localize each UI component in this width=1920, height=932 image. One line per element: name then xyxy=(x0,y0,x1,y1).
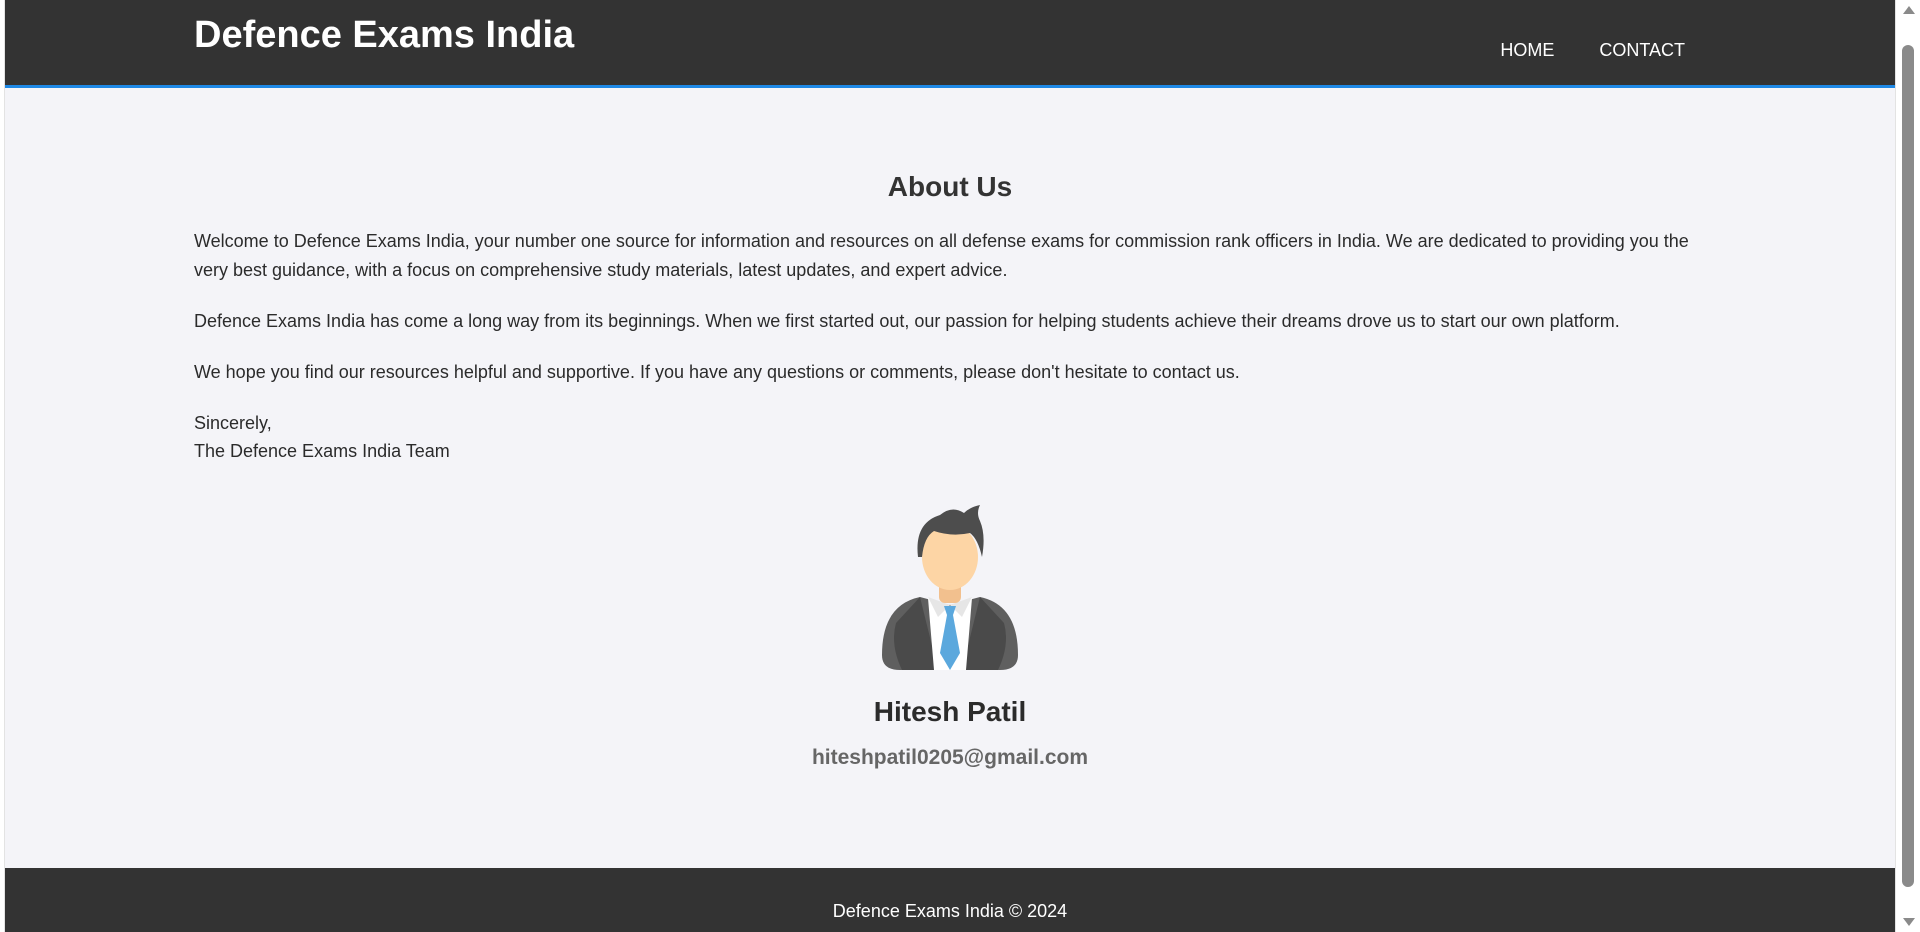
about-paragraph-3: We hope you find our resources helpful a… xyxy=(194,362,1240,382)
scroll-down-arrow-icon[interactable] xyxy=(1903,918,1915,926)
nav-home-link[interactable]: HOME xyxy=(1500,38,1554,62)
person-email[interactable]: hiteshpatil0205@gmail.com xyxy=(194,744,1706,772)
page: Defence Exams India HOME CONTACT About U… xyxy=(5,0,1895,932)
about-paragraph-2: Defence Exams India has come a long way … xyxy=(194,311,1620,331)
profile-card: Hitesh Patil hiteshpatil0205@gmail.com xyxy=(194,505,1706,772)
scroll-up-arrow-icon[interactable] xyxy=(1903,6,1915,14)
footer-copyright: Defence Exams India © 2024 xyxy=(832,901,1068,921)
signoff: Sincerely, xyxy=(194,413,272,433)
site-header: Defence Exams India HOME CONTACT xyxy=(5,0,1895,88)
about-section: About Us Welcome to Defence Exams India,… xyxy=(194,85,1706,772)
scrollbar-thumb[interactable] xyxy=(1902,45,1914,887)
signature: The Defence Exams India Team xyxy=(194,441,450,461)
person-name: Hitesh Patil xyxy=(873,696,1027,727)
about-heading: About Us xyxy=(887,171,1013,202)
businessman-avatar-icon xyxy=(882,505,1018,670)
signoff-block: Sincerely, The Defence Exams India Team xyxy=(194,409,1706,465)
nav-contact-link[interactable]: CONTACT xyxy=(1599,38,1685,62)
vertical-scrollbar[interactable] xyxy=(1895,0,1920,932)
about-paragraph-1: Welcome to Defence Exams India, your num… xyxy=(194,231,1689,280)
site-footer: Defence Exams India © 2024 xyxy=(5,868,1895,932)
main-nav: HOME CONTACT xyxy=(1500,38,1685,62)
site-title[interactable]: Defence Exams India xyxy=(194,12,574,58)
